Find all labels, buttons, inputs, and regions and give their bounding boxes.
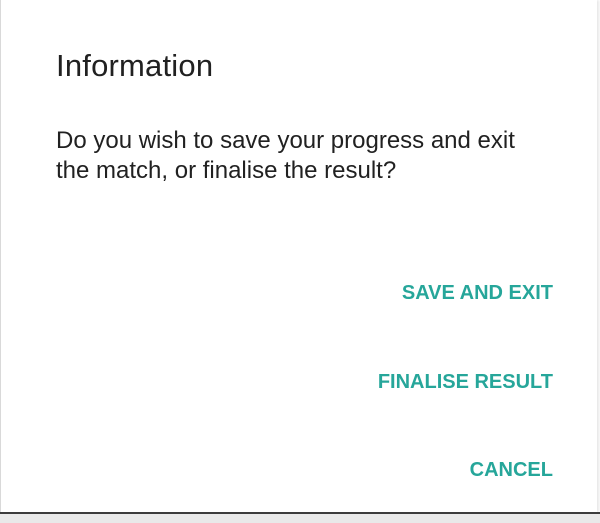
screen: Information Do you wish to save your pro… [0,0,600,523]
finalise-result-button[interactable]: FINALISE RESULT [374,364,557,400]
cancel-button[interactable]: CANCEL [466,452,557,488]
dialog-message: Do you wish to save your progress and ex… [56,127,515,184]
dialog-title: Information [56,48,214,83]
background-screen-edge [0,512,600,523]
information-dialog: Information Do you wish to save your pro… [0,0,597,512]
save-and-exit-button[interactable]: SAVE AND EXIT [398,275,557,311]
